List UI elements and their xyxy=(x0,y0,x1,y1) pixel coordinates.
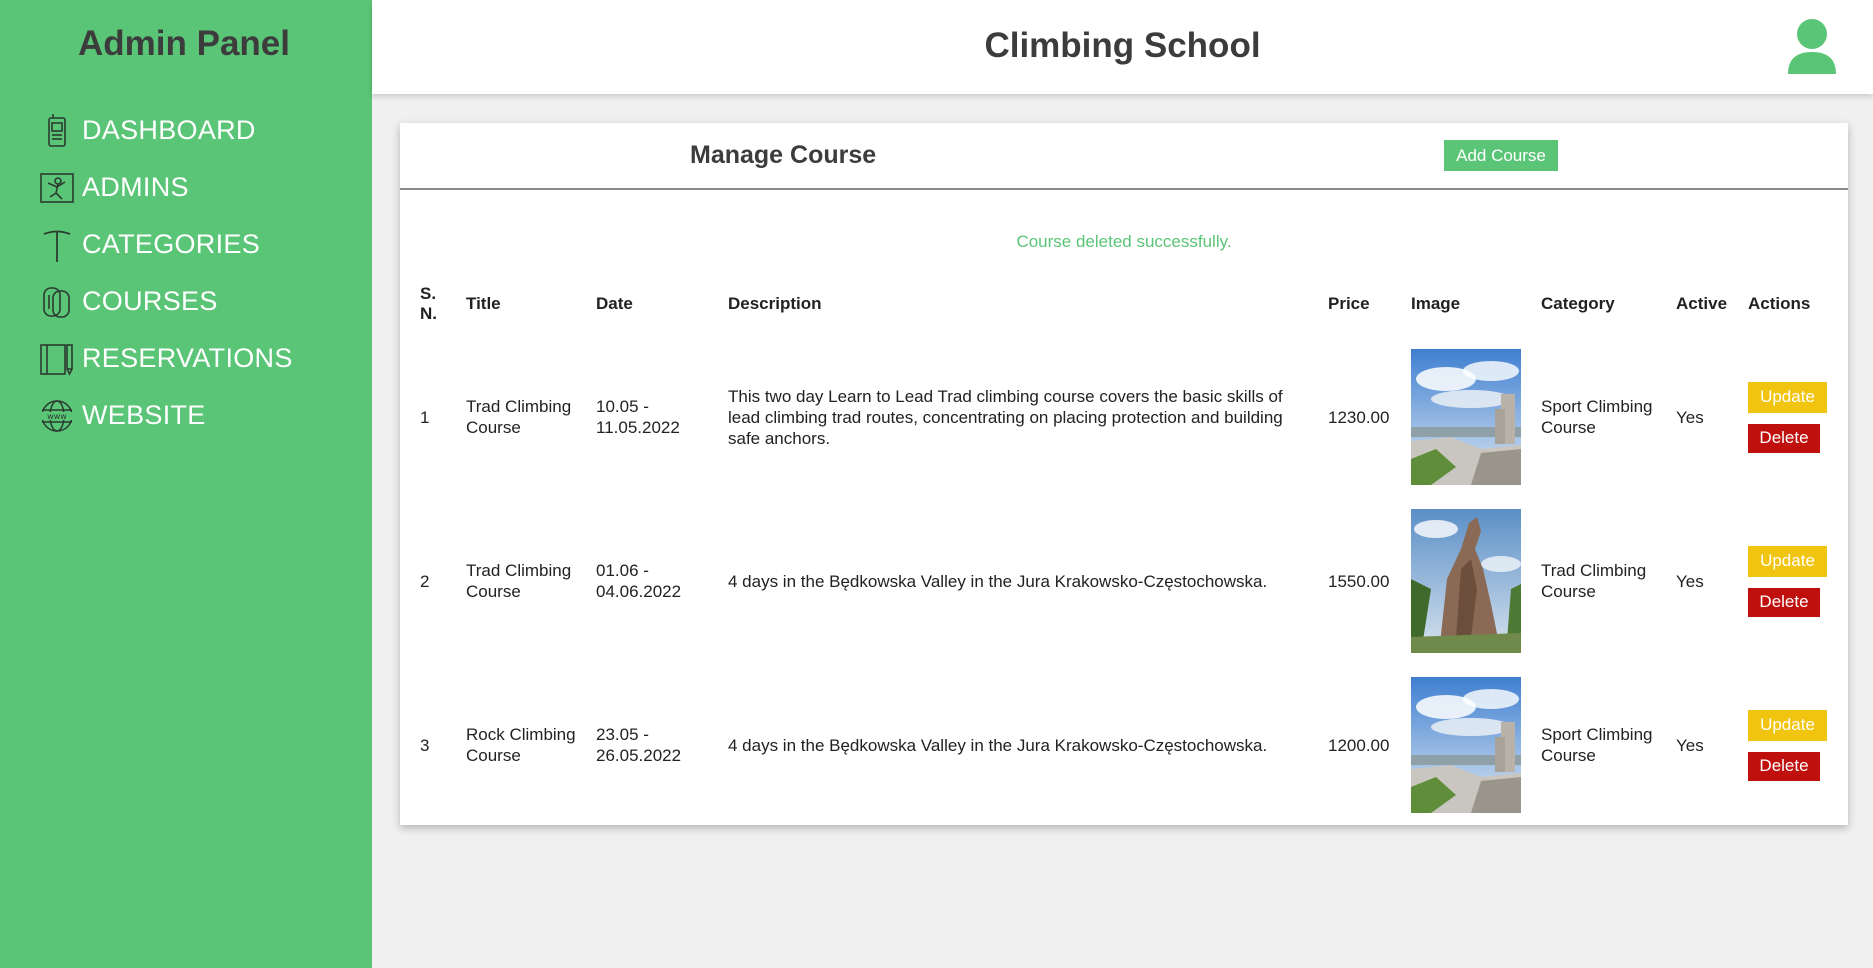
section-title: Manage Course xyxy=(690,141,877,169)
column-header-actions: Actions xyxy=(1748,294,1811,313)
globe-www-icon: www xyxy=(41,399,73,432)
cell-price: 1550.00 xyxy=(1328,571,1390,591)
cell-title: Trad Climbing Course xyxy=(466,561,572,601)
cell-image xyxy=(1403,499,1533,663)
cell-active: Yes xyxy=(1676,735,1704,755)
column-header-date: Date xyxy=(596,294,633,313)
cell-sn: 2 xyxy=(420,571,430,591)
course-image-castle-landscape xyxy=(1411,349,1521,485)
delete-button[interactable]: Delete xyxy=(1748,587,1820,617)
table-header-row: S. N. Title Date Description Price Image… xyxy=(412,273,1838,335)
sidebar-item-admins[interactable]: ADMINS xyxy=(38,159,293,216)
phone-device-icon xyxy=(48,113,66,147)
sidebar-item-label: RESERVATIONS xyxy=(82,343,293,373)
course-image-castle-landscape xyxy=(1411,677,1521,813)
sidebar-item-label: COURSES xyxy=(82,286,218,316)
climber-icon xyxy=(40,172,74,203)
sidebar-item-reservations[interactable]: RESERVATIONS xyxy=(38,330,293,387)
status-message: Course deleted successfully. xyxy=(1016,232,1232,251)
update-button[interactable]: Update xyxy=(1748,709,1827,741)
courses-table: S. N. Title Date Description Price Image… xyxy=(412,273,1838,827)
carabiner-icon xyxy=(43,286,70,318)
manage-course-card: Manage Course Add Course Course deleted … xyxy=(400,123,1848,825)
cell-price: 1230.00 xyxy=(1328,407,1390,427)
update-button[interactable]: Update xyxy=(1748,545,1827,577)
cell-description: 4 days in the Będkowska Valley in the Ju… xyxy=(728,735,1268,755)
add-course-button[interactable]: Add Course xyxy=(1444,140,1558,171)
cell-description: This two day Learn to Lead Trad climbing… xyxy=(728,386,1283,448)
sidebar-item-label: WEBSITE xyxy=(82,400,206,430)
cell-actions: Update Delete xyxy=(1740,663,1838,827)
sidebar-title: Admin Panel xyxy=(78,24,290,63)
cell-sn: 1 xyxy=(420,407,430,427)
sidebar-item-label: ADMINS xyxy=(82,172,189,202)
cell-title: Rock Climbing Course xyxy=(466,725,576,765)
sidebar-item-label: CATEGORIES xyxy=(82,229,261,259)
column-header-active: Active xyxy=(1676,294,1728,313)
cell-date: 01.06 - 04.06.2022 xyxy=(596,561,682,601)
delete-button[interactable]: Delete xyxy=(1748,423,1820,453)
sidebar-nav: DASHBOARD ADMINS CATEGORIES COURSES RESE… xyxy=(38,102,293,444)
table-row: 2 Trad Climbing Course 01.06 - 04.06.202… xyxy=(412,499,1838,663)
cell-active: Yes xyxy=(1676,407,1704,427)
ice-axe-icon xyxy=(43,230,71,262)
course-image-rock-spire xyxy=(1411,509,1521,653)
cell-sn: 3 xyxy=(420,735,430,755)
column-header-title: Title xyxy=(466,294,501,313)
user-avatar-icon[interactable] xyxy=(1786,18,1838,74)
cell-title: Trad Climbing Course xyxy=(466,397,572,437)
table-row: 1 Trad Climbing Course 10.05 - 11.05.202… xyxy=(412,335,1838,499)
cell-image xyxy=(1403,335,1533,499)
cell-date: 10.05 - 11.05.2022 xyxy=(596,397,680,437)
svg-text:www: www xyxy=(47,412,67,421)
sidebar: Admin Panel DASHBOARD ADMINS CATEGORIES … xyxy=(0,0,372,968)
page-title: Climbing School xyxy=(984,26,1261,65)
card-header: Manage Course Add Course xyxy=(400,123,1848,190)
sidebar-item-courses[interactable]: COURSES xyxy=(38,273,293,330)
cell-category: Sport Climbing Course xyxy=(1541,725,1653,765)
cell-category: Sport Climbing Course xyxy=(1541,397,1653,437)
sidebar-item-website[interactable]: www WEBSITE xyxy=(38,387,293,444)
cell-active: Yes xyxy=(1676,571,1704,591)
column-header-category: Category xyxy=(1541,294,1615,313)
column-header-description: Description xyxy=(728,294,822,313)
table-row: 3 Rock Climbing Course 23.05 - 26.05.202… xyxy=(412,663,1838,827)
cell-date: 23.05 - 26.05.2022 xyxy=(596,725,682,765)
sidebar-item-label: DASHBOARD xyxy=(82,115,256,145)
update-button[interactable]: Update xyxy=(1748,381,1827,413)
column-header-sn: S. N. xyxy=(420,284,437,323)
sidebar-item-dashboard[interactable]: DASHBOARD xyxy=(38,102,293,159)
cell-category: Trad Climbing Course xyxy=(1541,561,1647,601)
cell-actions: Update Delete xyxy=(1740,499,1838,663)
cell-image xyxy=(1403,663,1533,827)
column-header-price: Price xyxy=(1328,294,1370,313)
cell-description: 4 days in the Będkowska Valley in the Ju… xyxy=(728,571,1268,591)
cell-price: 1200.00 xyxy=(1328,735,1390,755)
cell-actions: Update Delete xyxy=(1740,335,1838,499)
notebook-icon xyxy=(40,343,73,376)
delete-button[interactable]: Delete xyxy=(1748,751,1820,781)
top-header: Climbing School xyxy=(372,0,1873,94)
column-header-image: Image xyxy=(1411,294,1461,313)
sidebar-item-categories[interactable]: CATEGORIES xyxy=(38,216,293,273)
